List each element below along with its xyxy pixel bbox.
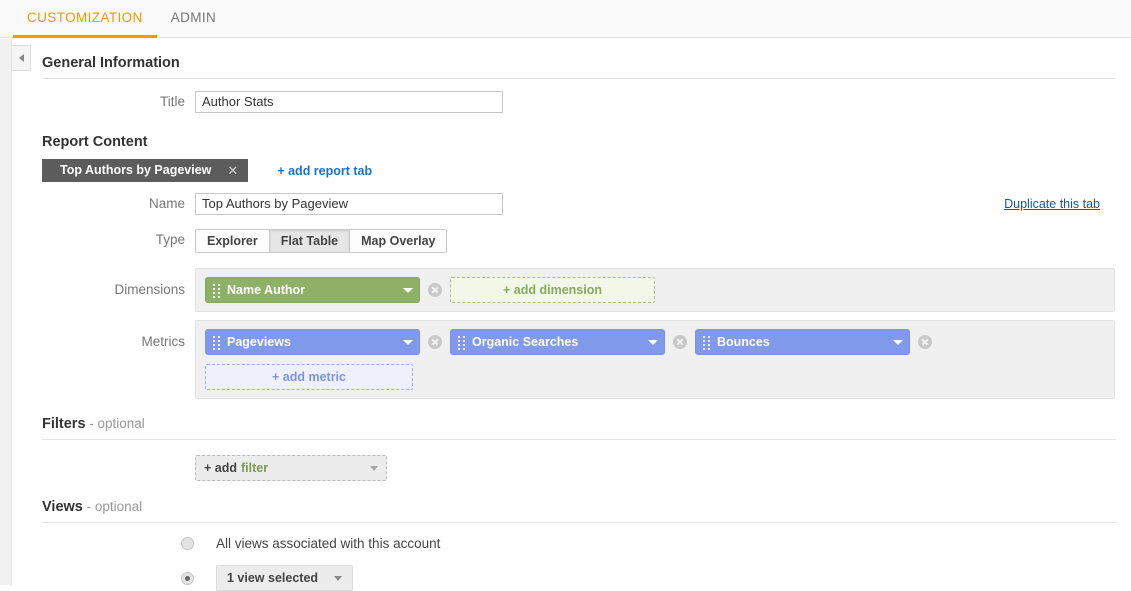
title-input[interactable] xyxy=(195,91,503,113)
metrics-well: Pageviews Organic Searches Bounces + add… xyxy=(195,320,1115,399)
metric-chip-pageviews[interactable]: Pageviews xyxy=(205,329,420,355)
view-selector-dropdown[interactable]: 1 view selected xyxy=(216,565,354,591)
metric-chip-label: Bounces xyxy=(717,335,770,349)
metric-chip-organic-searches[interactable]: Organic Searches xyxy=(450,329,665,355)
title-row: Title xyxy=(42,91,1116,113)
add-metric-button[interactable]: + add metric xyxy=(205,364,413,390)
divider xyxy=(42,78,1116,79)
tab-customization-label: CUSTOMIZATION xyxy=(27,10,143,25)
remove-metric-icon[interactable] xyxy=(918,335,932,349)
metric-chip-label: Organic Searches xyxy=(472,335,579,349)
main-content: General Information Title Report Content… xyxy=(42,39,1116,591)
close-icon[interactable]: ✕ xyxy=(227,159,238,182)
chevron-down-icon[interactable] xyxy=(403,339,413,345)
metric-chip-label: Pageviews xyxy=(227,335,291,349)
type-option-map-overlay[interactable]: Map Overlay xyxy=(350,229,448,253)
title-label: Title xyxy=(159,94,185,109)
name-input[interactable] xyxy=(195,193,503,215)
tab-admin-label: ADMIN xyxy=(170,10,217,25)
type-button-group: Explorer Flat Table Map Overlay xyxy=(195,229,448,253)
dimensions-well: Name Author + add dimension xyxy=(195,268,1115,312)
sidebar-collapse-button[interactable] xyxy=(12,45,31,71)
dimensions-row: Dimensions Name Author + add dimension xyxy=(42,268,1116,312)
remove-metric-icon[interactable] xyxy=(673,335,687,349)
chevron-down-icon[interactable] xyxy=(648,339,658,345)
divider xyxy=(42,522,1116,523)
type-option-flat-table[interactable]: Flat Table xyxy=(269,229,351,253)
chevron-left-icon xyxy=(18,54,24,62)
metrics-row: Metrics Pageviews Organic Searches Bounc… xyxy=(42,320,1116,399)
left-rail xyxy=(0,39,12,585)
dimensions-label: Dimensions xyxy=(114,282,185,297)
divider xyxy=(42,439,1116,440)
report-content-heading: Report Content xyxy=(42,134,148,150)
remove-dimension-icon[interactable] xyxy=(428,283,442,297)
type-row: Type Explorer Flat Table Map Overlay xyxy=(42,229,1116,253)
add-filter-button[interactable]: + add filter xyxy=(195,455,387,481)
add-report-tab-button[interactable]: + add report tab xyxy=(277,164,372,178)
report-customization-page: CUSTOMIZATION ADMIN General Information … xyxy=(0,0,1131,591)
duplicate-this-tab-link[interactable]: Duplicate this tab xyxy=(1004,197,1100,211)
tab-customization[interactable]: CUSTOMIZATION xyxy=(13,0,157,38)
views-heading: Views - optional xyxy=(42,499,143,515)
drag-handle-icon[interactable] xyxy=(703,335,710,350)
drag-handle-icon[interactable] xyxy=(213,335,220,350)
dimension-chip-label: Name Author xyxy=(227,283,306,297)
filters-heading: Filters - optional xyxy=(42,416,145,432)
drag-handle-icon[interactable] xyxy=(458,335,465,350)
add-filter-prefix: + add xyxy=(204,461,237,475)
report-tab-label: Top Authors by Pageview xyxy=(60,163,212,177)
tab-admin[interactable]: ADMIN xyxy=(157,0,231,38)
metric-chip-bounces[interactable]: Bounces xyxy=(695,329,910,355)
views-option-all-row: All views associated with this account xyxy=(42,536,1116,551)
drag-handle-icon[interactable] xyxy=(213,283,220,298)
add-dimension-button[interactable]: + add dimension xyxy=(450,277,655,303)
type-option-explorer[interactable]: Explorer xyxy=(195,229,270,253)
report-tab-chip[interactable]: Top Authors by Pageview ✕ xyxy=(42,159,249,182)
general-information-heading: General Information xyxy=(42,55,180,71)
radio-selected-views[interactable] xyxy=(181,571,194,585)
name-label: Name xyxy=(148,196,185,211)
radio-all-views-label: All views associated with this account xyxy=(216,536,441,551)
views-optional-note: - optional xyxy=(82,499,143,514)
chevron-down-icon[interactable] xyxy=(893,339,903,345)
filters-row: + add filter xyxy=(42,455,1116,481)
name-row: Name Duplicate this tab xyxy=(42,193,1116,215)
filters-optional-note: - optional xyxy=(85,416,145,431)
type-label: Type xyxy=(155,232,185,247)
top-navigation-bar: CUSTOMIZATION ADMIN xyxy=(0,0,1131,38)
chevron-down-icon[interactable] xyxy=(334,575,343,581)
views-option-selected-row: 1 view selected xyxy=(42,565,1116,591)
dimension-chip-name-author[interactable]: Name Author xyxy=(205,277,420,303)
metrics-label: Metrics xyxy=(141,334,186,349)
remove-metric-icon[interactable] xyxy=(428,335,442,349)
report-tab-strip: Top Authors by Pageview ✕ + add report t… xyxy=(42,159,1116,182)
add-filter-word: filter xyxy=(241,461,269,475)
chevron-down-icon[interactable] xyxy=(370,465,378,471)
view-selector-label: 1 view selected xyxy=(227,571,319,585)
radio-all-views[interactable] xyxy=(181,537,194,550)
chevron-down-icon[interactable] xyxy=(403,287,413,293)
